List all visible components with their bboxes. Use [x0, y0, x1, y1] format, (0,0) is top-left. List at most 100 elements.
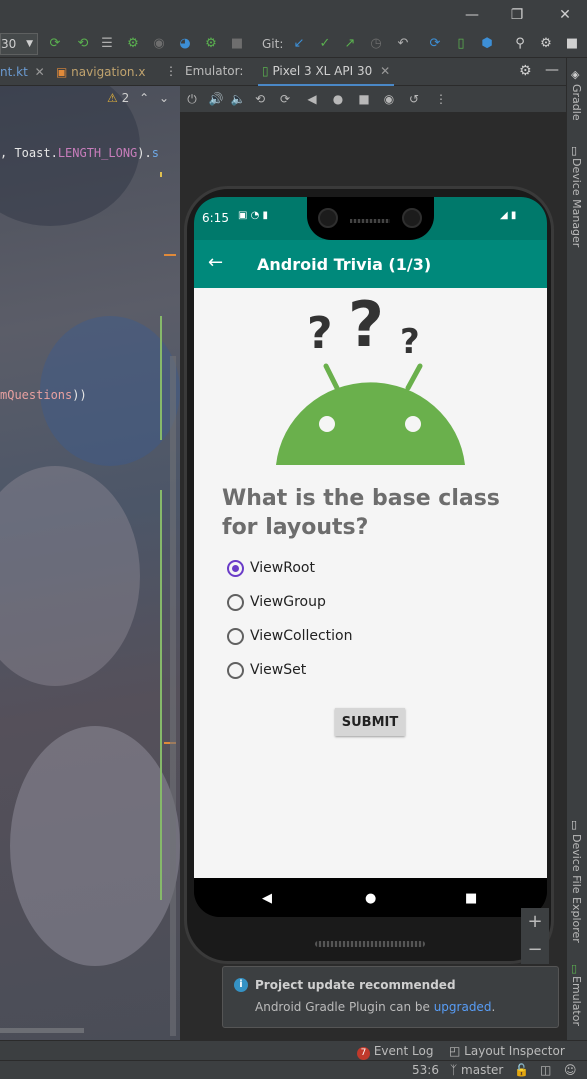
apply-changes-icon[interactable]: ⟳	[46, 35, 64, 53]
nav-home-icon[interactable]: ●	[365, 891, 376, 906]
device-manager-icon[interactable]: ▯	[452, 35, 470, 53]
code-line-toast: , Toast.LENGTH_LONG).s	[0, 146, 159, 160]
device-file-explorer-icon: ▯	[571, 818, 578, 831]
git-push-icon[interactable]: ↗	[341, 35, 359, 53]
change-marker	[160, 316, 162, 440]
profile-icon[interactable]: ◕	[176, 35, 194, 53]
editor-vertical-scrollbar[interactable]	[170, 356, 176, 1036]
tab-navigation-xml[interactable]: ▣ navigation.x	[56, 64, 145, 80]
more-tabs-icon[interactable]: ⋮	[165, 64, 177, 78]
question-mark-left: ?	[307, 308, 333, 359]
snapshot-icon[interactable]: ↺	[406, 90, 422, 108]
upgrade-link[interactable]: upgraded	[434, 1000, 492, 1014]
front-camera-right	[402, 208, 422, 228]
question-text: What is the base class for layouts?	[222, 486, 500, 540]
zoom-in-button[interactable]: +	[521, 908, 549, 936]
radio-button-checked[interactable]	[227, 560, 244, 577]
warning-indicator[interactable]: ⚠ 2 ⌃ ⌄	[107, 91, 169, 105]
editor-horizontal-scrollbar[interactable]	[0, 1028, 84, 1033]
submit-button[interactable]: SUBMIT	[335, 708, 405, 736]
radio-button[interactable]	[227, 662, 244, 679]
gradle-sync-icon[interactable]: ⟳	[426, 35, 444, 53]
sdk-manager-icon[interactable]: ⬢	[478, 35, 496, 53]
tool-window-emulator[interactable]: Emulator	[570, 976, 583, 1026]
main-toolbar: 30 ▼ ⟳ ⟲ ☰ ⚙ ◉ ◕ ⚙ ■ Git: ↙ ✓ ↗ ◷ ↶ ⟳ ▯ …	[0, 30, 587, 58]
tool-window-device-file-explorer[interactable]: Device File Explorer	[570, 834, 583, 943]
git-label: Git:	[262, 37, 284, 51]
logcat-icon[interactable]: ☰	[98, 35, 116, 53]
gradle-icon: ◈	[571, 68, 580, 81]
back-arrow-icon[interactable]: ←	[208, 252, 223, 273]
chevron-down-icon[interactable]: ⌄	[159, 91, 169, 105]
layout-inspector-button[interactable]: ◰ Layout Inspector	[449, 1044, 565, 1058]
settings-icon[interactable]: ⚙	[537, 35, 555, 53]
close-window-icon[interactable]: ✕	[555, 5, 575, 25]
chevron-up-icon[interactable]: ⌃	[139, 91, 149, 105]
home-icon[interactable]: ●	[330, 90, 346, 108]
warning-count: 2	[121, 91, 130, 105]
event-log-label: Event Log	[373, 1044, 434, 1058]
git-branch-widget[interactable]: ᛉ master	[450, 1063, 503, 1077]
avatar-icon[interactable]: ■	[563, 35, 581, 53]
close-icon[interactable]: ✕	[380, 64, 390, 78]
rollback-icon[interactable]: ↶	[394, 35, 412, 53]
error-count-badge: 7	[357, 1047, 370, 1060]
tool-window-gradle[interactable]: Gradle	[570, 84, 583, 121]
rotate-left-icon[interactable]: ⟲	[252, 90, 268, 108]
memory-indicator-icon[interactable]: ◫	[540, 1063, 551, 1077]
search-icon[interactable]: ⚲	[511, 35, 529, 53]
back-icon[interactable]: ◀	[304, 90, 320, 108]
tool-window-device-manager[interactable]: Device Manager	[570, 158, 583, 247]
git-commit-icon[interactable]: ✓	[316, 35, 334, 53]
phone-screen[interactable]: 6:15 ▣ ◔ ▮ ◢ ▮ ← Android Trivia (1/3) ? …	[194, 197, 547, 917]
caret-position[interactable]: 53:6	[412, 1063, 439, 1077]
minimize-icon[interactable]: —	[462, 5, 482, 25]
xml-file-icon: ▣	[56, 65, 68, 79]
code-editor[interactable]: ⚠ 2 ⌃ ⌄ , Toast.LENGTH_LONG).s mQuestion…	[0, 86, 180, 1040]
notification-balloon[interactable]: i Project update recommended Android Gra…	[222, 966, 559, 1028]
git-update-icon[interactable]: ↙	[290, 35, 308, 53]
apply-code-changes-icon[interactable]: ⟲	[74, 35, 92, 53]
restore-icon[interactable]: ❐	[507, 5, 527, 25]
more-options-icon[interactable]: ⋮	[433, 90, 449, 108]
nav-back-icon[interactable]: ◀	[262, 891, 272, 906]
event-log-button[interactable]: 7 Event Log	[357, 1044, 433, 1060]
radio-button[interactable]	[227, 628, 244, 645]
ide-status-bar: 53:6 ᛉ master 🔓 ◫ ☺	[0, 1060, 587, 1079]
history-icon[interactable]: ◷	[367, 35, 385, 53]
hide-panel-icon[interactable]: —	[545, 62, 559, 78]
rotate-right-icon[interactable]: ⟳	[277, 90, 293, 108]
zoom-out-button[interactable]: −	[521, 936, 549, 964]
overview-icon[interactable]: ■	[356, 90, 372, 108]
volume-down-icon[interactable]: 🔈	[230, 90, 246, 108]
debug-icon[interactable]: ⚙	[124, 35, 142, 53]
tab-emulator-device[interactable]: ▯ Pixel 3 XL API 30 ✕	[258, 58, 395, 86]
tab-kotlin-file[interactable]: nt.kt ✕	[0, 64, 45, 80]
settings-icon[interactable]: ⚙	[519, 63, 532, 79]
title-bar: — ❐ ✕	[0, 0, 587, 30]
option-label: ViewRoot	[250, 560, 315, 576]
stop-icon[interactable]: ■	[228, 35, 246, 53]
screenshot-icon[interactable]: ◉	[381, 90, 397, 108]
radio-button[interactable]	[227, 594, 244, 611]
earpiece	[350, 219, 390, 223]
run-config-value: 30	[1, 37, 17, 51]
branch-icon: ᛉ	[450, 1063, 458, 1077]
volume-up-icon[interactable]: 🔊	[208, 90, 224, 108]
close-icon[interactable]: ✕	[35, 65, 45, 79]
power-icon[interactable]: ⏻	[184, 90, 200, 108]
attach-debugger-icon[interactable]: ⚙	[202, 35, 220, 53]
layout-inspector-icon: ◰	[449, 1044, 461, 1058]
coverage-icon[interactable]: ◉	[150, 35, 168, 53]
signal-battery-icons: ◢ ▮	[500, 210, 517, 221]
nav-overview-icon[interactable]: ■	[465, 891, 477, 906]
lock-icon[interactable]: 🔓	[514, 1063, 529, 1077]
notification-text: Android Gradle Plugin can be upgraded.	[255, 1000, 496, 1014]
option-label: ViewCollection	[250, 628, 353, 644]
smiley-feedback-icon[interactable]: ☺	[564, 1063, 577, 1077]
run-config-combo[interactable]: 30 ▼	[0, 33, 38, 55]
chevron-down-icon: ▼	[26, 39, 33, 49]
warning-icon: ⚠	[107, 91, 118, 105]
android-nav-bar: ◀ ● ■	[194, 878, 547, 917]
app-title: Android Trivia (1/3)	[257, 255, 432, 274]
